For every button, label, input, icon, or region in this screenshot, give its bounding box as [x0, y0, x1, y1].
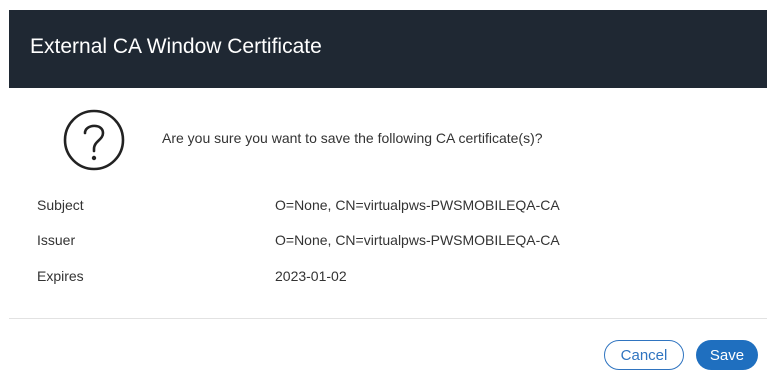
detail-value: O=None, CN=virtualpws-PWSMOBILEQA-CA: [275, 232, 560, 248]
detail-row-issuer: Issuer O=None, CN=virtualpws-PWSMOBILEQA…: [9, 232, 767, 252]
detail-value: 2023-01-02: [275, 268, 347, 284]
detail-label: Expires: [37, 268, 84, 284]
detail-label: Issuer: [37, 232, 76, 248]
detail-row-expires: Expires 2023-01-02: [9, 268, 767, 288]
question-circle-icon: [63, 109, 125, 171]
detail-value: O=None, CN=virtualpws-PWSMOBILEQA-CA: [275, 197, 560, 213]
dialog-header: External CA Window Certificate: [9, 10, 767, 88]
detail-row-subject: Subject O=None, CN=virtualpws-PWSMOBILEQ…: [9, 197, 767, 217]
certificate-dialog: External CA Window Certificate Are you s…: [9, 10, 767, 387]
dialog-title: External CA Window Certificate: [30, 35, 322, 58]
cancel-button[interactable]: Cancel: [604, 340, 684, 370]
save-button[interactable]: Save: [696, 340, 758, 370]
detail-label: Subject: [37, 197, 84, 213]
footer-divider: [9, 318, 767, 319]
confirm-message: Are you sure you want to save the follow…: [162, 130, 543, 146]
